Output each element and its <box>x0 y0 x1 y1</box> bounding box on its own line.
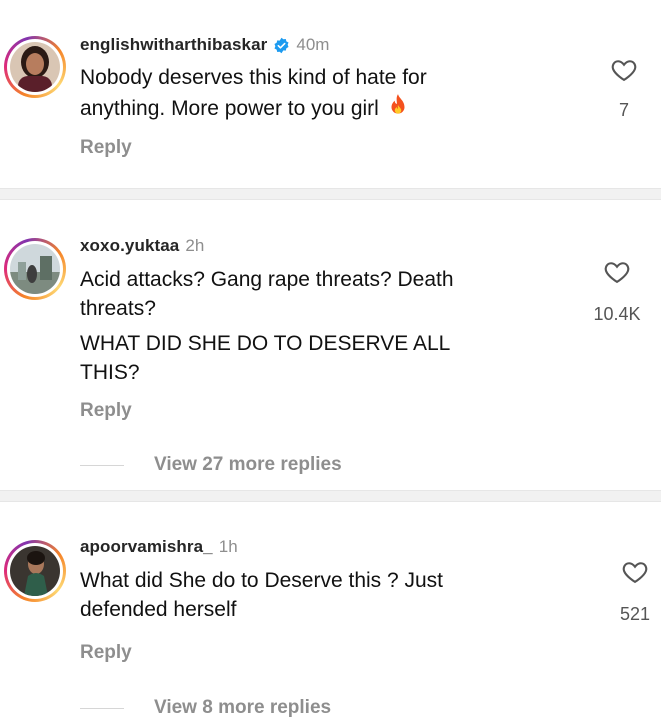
comment-separator <box>0 188 661 200</box>
avatar[interactable] <box>4 238 66 300</box>
comment-text: What did She do to Deserve this ? Just d… <box>80 566 580 624</box>
verified-badge-icon <box>274 37 289 53</box>
heart-icon[interactable] <box>609 56 639 84</box>
fire-icon <box>391 94 405 114</box>
reply-button[interactable]: Reply <box>80 400 132 422</box>
view-more-replies-label[interactable]: View 27 more replies <box>154 454 342 476</box>
heart-icon[interactable] <box>602 258 632 286</box>
view-more-replies[interactable]: View 27 more replies <box>80 454 342 476</box>
comment-text: Nobody deserves this kind of hate for an… <box>80 63 580 123</box>
comment-item: englishwitharthibaskar 40m Nobody deserv… <box>0 0 661 188</box>
thread-line <box>80 464 124 466</box>
comment-line: threats? <box>80 297 156 320</box>
comment-line: anything. More power to you girl <box>80 92 580 123</box>
reply-button[interactable]: Reply <box>80 137 132 159</box>
view-more-replies[interactable]: View 8 more replies <box>80 697 331 719</box>
comment-line: What did She do to Deserve this ? Just <box>80 569 444 592</box>
avatar-image <box>10 244 60 294</box>
comment-line: WHAT DID SHE DO TO DESERVE ALL <box>80 332 451 355</box>
comment-text: Acid attacks? Gang rape threats? Death t… <box>80 265 570 387</box>
comment-item: xoxo.yuktaa 2h Acid attacks? Gang rape t… <box>0 200 661 490</box>
like-count: 521 <box>619 604 651 624</box>
thread-line <box>80 707 124 709</box>
comment-line-text: anything. More power to you girl <box>80 97 379 120</box>
timestamp: 2h <box>185 236 205 255</box>
comment-line: THIS? <box>80 361 140 384</box>
comment-line: Nobody deserves this kind of hate for <box>80 66 427 89</box>
heart-icon[interactable] <box>620 558 650 586</box>
timestamp: 40m <box>296 35 330 54</box>
view-more-replies-label[interactable]: View 8 more replies <box>154 697 331 719</box>
avatar[interactable] <box>4 540 66 602</box>
avatar-image <box>10 546 60 596</box>
avatar-image <box>10 42 60 92</box>
comment-line: Acid attacks? Gang rape threats? Death <box>80 268 454 291</box>
timestamp: 1h <box>218 537 238 556</box>
reply-button[interactable]: Reply <box>80 642 132 664</box>
comment-item: apoorvamishra_ 1h What did She do to Des… <box>0 502 661 726</box>
comment-line: defended herself <box>80 598 237 621</box>
username[interactable]: xoxo.yuktaa <box>80 236 179 256</box>
like-count: 7 <box>618 100 629 120</box>
comment-separator <box>0 490 661 502</box>
username[interactable]: apoorvamishra_ <box>80 537 213 557</box>
like-count: 10.4K <box>593 304 641 324</box>
avatar[interactable] <box>4 36 66 98</box>
username[interactable]: englishwitharthibaskar <box>80 35 267 55</box>
